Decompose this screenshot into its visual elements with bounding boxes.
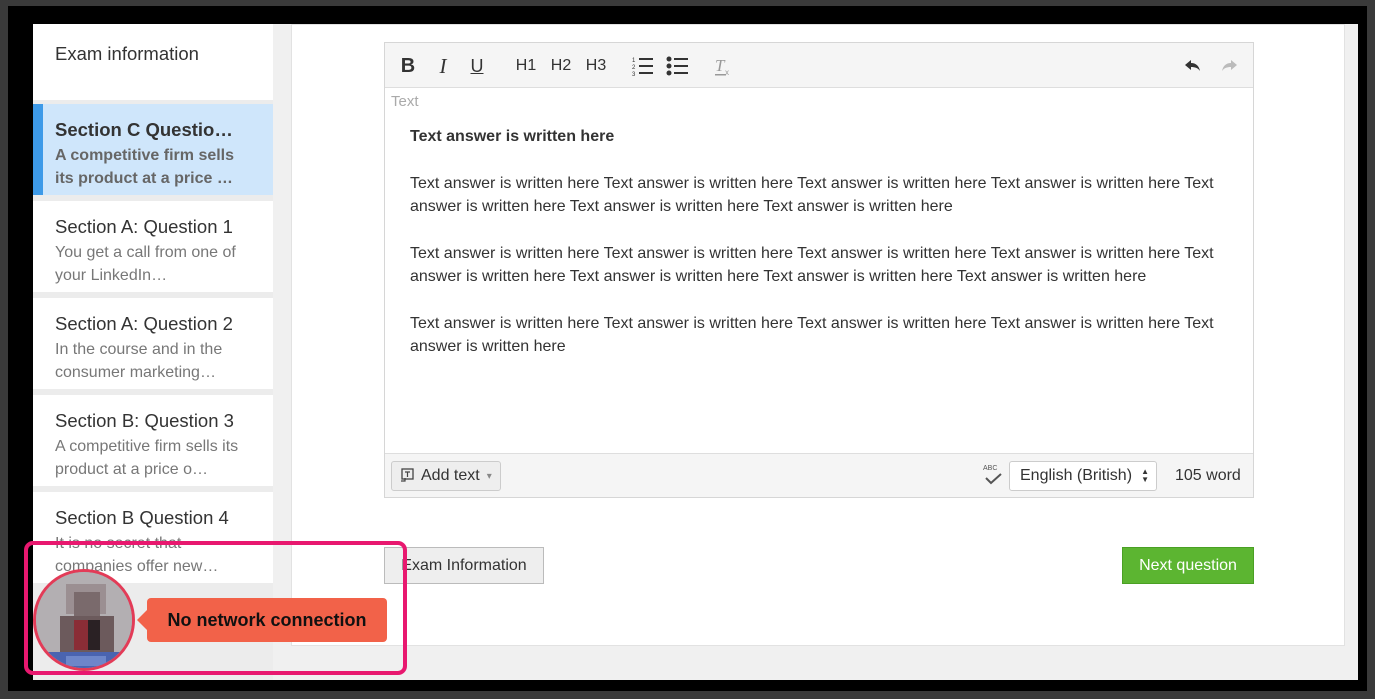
exam-information-button[interactable]: Exam Information: [384, 547, 544, 584]
clear-formatting-button[interactable]: T x: [710, 53, 736, 79]
add-text-label: Add text: [421, 467, 480, 484]
answer-paragraph: Text answer is written here Text answer …: [410, 245, 1214, 285]
avatar: [33, 569, 135, 671]
sidebar-item-section-b-question-3[interactable]: Section B: Question 3 A competitive firm…: [33, 395, 273, 486]
sidebar-item-title: Section B: Question 3: [55, 410, 234, 431]
language-select[interactable]: English (British) ▲ ▼: [1009, 461, 1157, 491]
svg-text:3: 3: [632, 72, 636, 76]
clear-formatting-icon: T x: [715, 56, 729, 77]
underline-button[interactable]: U: [465, 53, 489, 79]
bullet-list-button[interactable]: [664, 53, 690, 79]
chevron-down-icon: ▾: [486, 470, 492, 482]
sidebar-item-title: Section B Question 4: [55, 507, 229, 528]
sidebar-item-preview: In the course and in the consumer market…: [55, 341, 223, 381]
field-label: Text: [391, 93, 419, 110]
sidebar-item-section-a-question-2[interactable]: Section A: Question 2 In the course and …: [33, 298, 273, 389]
svg-text:2: 2: [632, 65, 636, 71]
undo-icon: [1185, 60, 1200, 71]
select-arrows-icon: ▲ ▼: [1141, 467, 1149, 484]
undo-button[interactable]: [1181, 53, 1205, 79]
sidebar-item-preview: You get a call from one of your LinkedIn…: [55, 244, 236, 284]
sidebar-item-exam-information[interactable]: Exam information: [33, 24, 273, 100]
editor-toolbar: B I U H1 H2 H3 1 2 3 T x: [385, 43, 1253, 88]
no-network-alert: No network connection: [137, 598, 387, 642]
sidebar-item-title: Section A: Question 1: [55, 216, 233, 237]
next-question-button[interactable]: Next question: [1122, 547, 1254, 584]
answer-text-area[interactable]: Text answer is written here Text answer …: [410, 125, 1220, 382]
sidebar-item-section-c-question[interactable]: Section C Questio… A competitive firm se…: [33, 104, 273, 195]
svg-text:1: 1: [632, 58, 636, 64]
add-text-button[interactable]: Add text ▾: [391, 461, 501, 491]
sidebar-item-preview: A competitive firm sells its product at …: [55, 147, 235, 187]
sidebar-item-label: Exam information: [55, 43, 199, 64]
rich-text-editor: B I U H1 H2 H3 1 2 3 T x Text Text answe…: [384, 42, 1254, 498]
spellcheck-icon[interactable]: ABC: [982, 465, 1004, 486]
bullet-list-icon: [666, 56, 688, 76]
sidebar-item-title: Section A: Question 2: [55, 313, 233, 334]
answer-panel: B I U H1 H2 H3 1 2 3 T x Text Text answe…: [291, 24, 1345, 646]
redo-icon: [1222, 60, 1237, 71]
italic-button[interactable]: I: [431, 53, 455, 79]
spellcheck-label: ABC: [983, 465, 998, 472]
heading-1-button[interactable]: H1: [511, 53, 541, 79]
word-count: 105 word: [1175, 467, 1241, 484]
heading-2-button[interactable]: H2: [546, 53, 576, 79]
answer-paragraph: Text answer is written here Text answer …: [410, 175, 1214, 215]
sidebar-item-section-a-question-1[interactable]: Section A: Question 1 You get a call fro…: [33, 201, 273, 292]
redo-button[interactable]: [1217, 53, 1241, 79]
editor-footer: Add text ▾ ABC English (British) ▲ ▼ 105 …: [385, 453, 1253, 497]
bold-button[interactable]: B: [395, 53, 421, 79]
add-text-icon: [401, 468, 414, 482]
svg-text:x: x: [725, 68, 729, 77]
sidebar-item-title: Section C Questio…: [55, 119, 233, 140]
language-value: English (British): [1020, 467, 1133, 484]
heading-3-button[interactable]: H3: [581, 53, 611, 79]
answer-paragraph: Text answer is written here Text answer …: [410, 315, 1214, 355]
numbered-list-button[interactable]: 1 2 3: [630, 53, 656, 79]
answer-paragraph: Text answer is written here: [410, 128, 615, 145]
sidebar-item-preview: A competitive firm sells its product at …: [55, 438, 239, 478]
numbered-list-icon: 1 2 3: [632, 58, 653, 76]
